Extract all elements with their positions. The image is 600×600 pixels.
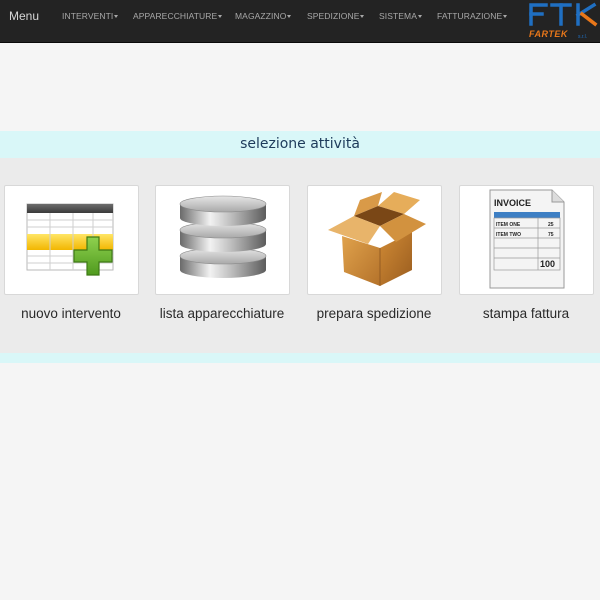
nav-fatturazione[interactable]: FATTURAZIONE — [437, 11, 508, 21]
caret-down-icon — [418, 15, 423, 19]
fartek-logo[interactable]: FARTEK s.r.l. — [526, 0, 600, 43]
invoice-amount-2: 75 — [548, 232, 554, 238]
top-navbar: Menu INTERVENTI APPARECCHIATURE MAGAZZIN… — [0, 0, 600, 43]
invoice-title: INVOICE — [494, 198, 531, 208]
caret-down-icon — [218, 15, 223, 19]
tile-nuovo-intervento[interactable] — [4, 185, 139, 295]
invoice-total: 100 — [540, 259, 555, 269]
invoice-item-1: ITEM ONE — [496, 222, 521, 228]
tile-lista-apparecchiature[interactable] — [155, 185, 290, 295]
invoice-amount-1: 25 — [548, 222, 554, 228]
section-title: selezione attività — [240, 136, 360, 152]
caret-down-icon — [503, 15, 508, 19]
tile-label-prepara-spedizione[interactable]: prepara spedizione — [299, 306, 449, 321]
nav-fatturazione-label: FATTURAZIONE — [437, 11, 503, 21]
nav-apparecchiature-label: APPARECCHIATURE — [133, 11, 218, 21]
logo-name: FARTEK — [529, 29, 569, 39]
section-header-band: selezione attività — [0, 131, 600, 158]
nav-interventi[interactable]: INTERVENTI — [62, 11, 119, 21]
caret-down-icon — [287, 15, 292, 19]
section-footer-band — [0, 353, 600, 363]
box-icon — [328, 192, 426, 286]
logo-suffix: s.r.l. — [578, 34, 587, 40]
menu-brand[interactable]: Menu — [9, 9, 39, 23]
nav-magazzino-label: MAGAZZINO — [235, 11, 287, 21]
tile-label-lista-apparecchiature[interactable]: lista apparecchiature — [147, 306, 297, 321]
caret-down-icon — [114, 15, 119, 19]
invoice-icon: INVOICE ITEM ONE 25 ITEM TWO 75 100 — [489, 189, 565, 289]
nav-apparecchiature[interactable]: APPARECCHIATURE — [133, 11, 223, 21]
caret-down-icon — [360, 15, 365, 19]
tile-label-stampa-fattura[interactable]: stampa fattura — [451, 306, 600, 321]
nav-sistema-label: SISTEMA — [379, 11, 418, 21]
tile-stampa-fattura[interactable]: INVOICE ITEM ONE 25 ITEM TWO 75 100 — [459, 185, 594, 295]
nav-magazzino[interactable]: MAGAZZINO — [235, 11, 292, 21]
spreadsheet-plus-icon — [26, 203, 114, 276]
tile-prepara-spedizione[interactable] — [307, 185, 442, 295]
nav-sistema[interactable]: SISTEMA — [379, 11, 423, 21]
activity-tiles-area: nuovo intervento lista apparecchiature p… — [0, 158, 600, 353]
nav-interventi-label: INTERVENTI — [62, 11, 114, 21]
tile-label-nuovo-intervento[interactable]: nuovo intervento — [0, 306, 146, 321]
invoice-item-2: ITEM TWO — [496, 232, 521, 238]
nav-spedizione[interactable]: SPEDIZIONE — [307, 11, 365, 21]
nav-spedizione-label: SPEDIZIONE — [307, 11, 360, 21]
database-icon — [179, 195, 267, 278]
